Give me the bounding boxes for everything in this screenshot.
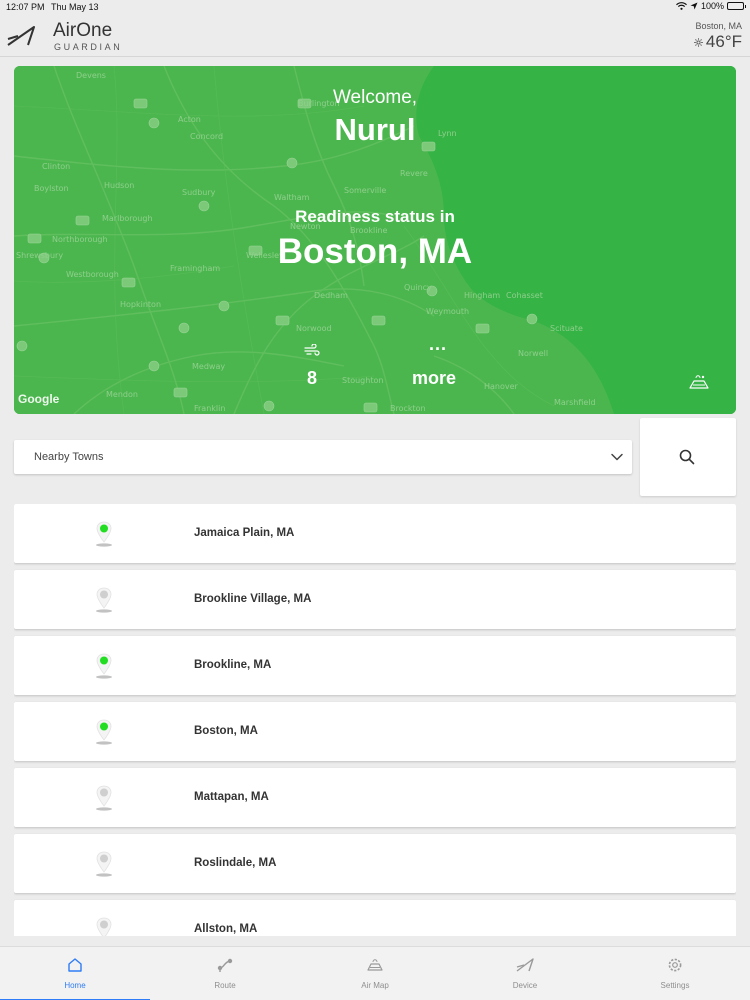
status-time: 12:07 PM	[6, 2, 45, 12]
map-place-label: Hingham	[464, 291, 500, 300]
map-place-label: Mendon	[106, 390, 138, 399]
tab-bar: Home Route Air Map Device Settings	[0, 946, 750, 1000]
more-button[interactable]: more	[412, 368, 456, 389]
battery-icon	[727, 2, 746, 10]
town-row[interactable]: Brookline Village, MA	[14, 570, 736, 629]
search-icon	[679, 449, 695, 465]
readiness-city: Boston, MA	[277, 232, 473, 271]
airone-logo-icon	[7, 26, 35, 46]
map-place-label: Stoughton	[342, 376, 383, 385]
user-name: Nurul	[334, 112, 416, 147]
google-attribution: Google	[18, 392, 60, 406]
header-temperature: 46°F	[705, 32, 742, 51]
tab-label: Home	[64, 981, 86, 990]
map-place-label: Medway	[192, 362, 225, 371]
map-place-label: Scituate	[550, 324, 583, 333]
map-place-label: Weymouth	[426, 307, 469, 316]
tab-label: Air Map	[361, 981, 389, 990]
tab-home[interactable]: Home	[0, 947, 150, 1000]
map-place-label: Franklin	[194, 404, 225, 413]
search-button[interactable]	[640, 418, 736, 496]
air-map-icon	[367, 959, 383, 971]
device-icon	[516, 958, 534, 972]
town-name: Mattapan, MA	[194, 791, 269, 803]
town-name: Roslindale, MA	[194, 857, 277, 869]
nearby-towns-dropdown[interactable]: Nearby Towns	[14, 440, 632, 474]
map-place-label: Brockton	[390, 404, 426, 413]
sun-icon	[694, 37, 703, 47]
app-name: AirOne	[53, 20, 113, 41]
weather-summary: 46°F	[694, 32, 742, 52]
town-row[interactable]: Brookline, MA	[14, 636, 736, 695]
dropdown-label: Nearby Towns	[34, 451, 104, 463]
map-place-label: Revere	[400, 169, 428, 178]
town-name: Boston, MA	[194, 725, 258, 737]
header-location: Boston, MA	[695, 21, 742, 31]
tab-settings[interactable]: Settings	[600, 947, 750, 1000]
more-dots[interactable]: ...	[424, 334, 452, 355]
tab-device[interactable]: Device	[450, 947, 600, 1000]
tab-label: Device	[512, 981, 538, 990]
tab-air-map[interactable]: Air Map	[300, 947, 450, 1000]
battery-percent: 100%	[700, 1, 724, 11]
tab-route[interactable]: Route	[150, 947, 300, 1000]
wind-icon	[304, 344, 320, 356]
map-place-label: Dedham	[314, 291, 348, 300]
chevron-down-icon	[611, 453, 623, 461]
status-pin-icon	[96, 521, 112, 547]
town-row[interactable]: Jamaica Plain, MA	[14, 504, 736, 563]
map-place-label: Hudson	[104, 181, 134, 190]
map-place-label: Cohasset	[506, 291, 543, 300]
map-place-label: Waltham	[274, 193, 310, 202]
map-place-label: Norwell	[518, 349, 548, 358]
town-name: Brookline, MA	[194, 659, 272, 671]
town-list[interactable]: Jamaica Plain, MA Brookline Village, MA Br…	[14, 504, 736, 936]
home-icon	[68, 958, 82, 972]
settings-icon	[668, 958, 682, 972]
status-pin-icon	[96, 917, 112, 936]
status-pin-icon	[96, 653, 112, 679]
town-name: Allston, MA	[194, 923, 258, 935]
status-pin-icon	[96, 785, 112, 811]
app-subtitle: GUARDIAN	[54, 42, 123, 52]
wifi-icon	[676, 2, 687, 10]
route-icon	[217, 958, 233, 972]
map-place-label: Somerville	[344, 186, 386, 195]
map-place-label: Sudbury	[182, 188, 216, 197]
status-bar: 12:07 PM Thu May 13 100%	[0, 0, 750, 14]
map-place-label: Devens	[76, 71, 106, 80]
town-name: Jamaica Plain, MA	[194, 527, 295, 539]
town-row[interactable]: Mattapan, MA	[14, 768, 736, 827]
town-row[interactable]: Allston, MA	[14, 900, 736, 936]
status-pin-icon	[96, 719, 112, 745]
map-place-label: Marshfield	[554, 398, 596, 407]
map-place-label: Norwood	[296, 324, 332, 333]
tab-label: Settings	[660, 981, 690, 990]
readiness-map-card[interactable]: Devens Acton Concord Burlington Lynn Clinton B…	[14, 66, 736, 414]
status-date: Thu May 13	[51, 2, 99, 12]
map-place-label: Clinton	[42, 162, 70, 171]
welcome-text: Welcome,	[332, 87, 418, 108]
map-place-label: Boylston	[34, 184, 69, 193]
map-place-label: Quincy	[404, 283, 432, 292]
wind-value: 8	[306, 368, 317, 388]
status-pin-icon	[96, 851, 112, 877]
readiness-label: Readiness status in	[295, 207, 455, 226]
app-header: AirOne GUARDIAN Boston, MA 46°F	[0, 14, 750, 57]
tab-label: Route	[214, 981, 236, 990]
status-indicators: 100%	[676, 1, 746, 11]
status-pin-icon	[96, 587, 112, 613]
map-layers-icon[interactable]	[688, 374, 710, 390]
town-row[interactable]: Boston, MA	[14, 702, 736, 761]
map-place-label: Hanover	[484, 382, 519, 391]
town-name: Brookline Village, MA	[194, 593, 312, 605]
map-place-label: Hopkinton	[120, 300, 161, 309]
location-arrow-icon	[690, 2, 698, 10]
town-row[interactable]: Roslindale, MA	[14, 834, 736, 893]
